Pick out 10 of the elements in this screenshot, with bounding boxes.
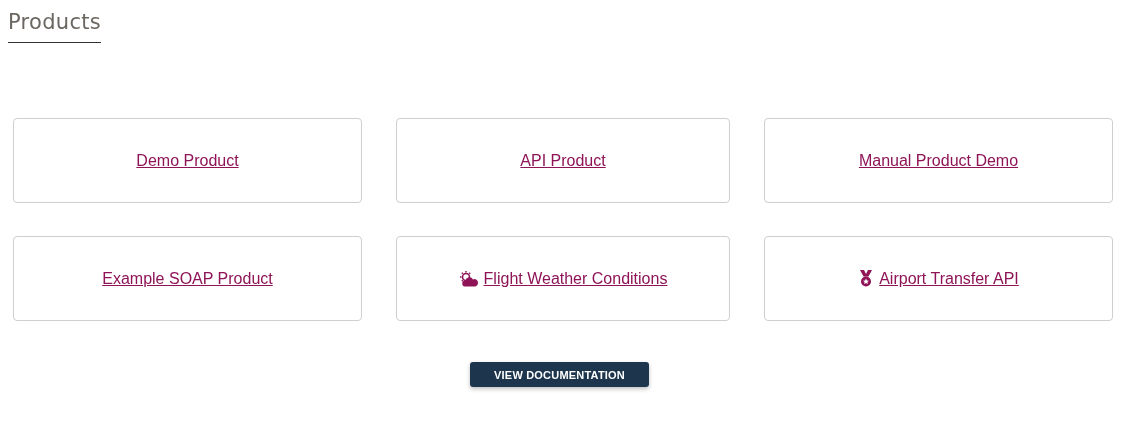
product-link[interactable]: Manual Product Demo [858,151,1019,170]
view-documentation-button[interactable]: VIEW DOCUMENTATION [470,362,649,387]
product-link[interactable]: Flight Weather Conditions [483,269,668,288]
medal-icon [858,270,875,287]
product-link[interactable]: Example SOAP Product [102,269,273,288]
product-link[interactable]: Demo Product [136,151,239,170]
page-title: Products [8,10,102,43]
product-link[interactable]: API Product [520,151,606,170]
product-link[interactable]: Airport Transfer API [879,269,1019,288]
sun-cloud-icon [458,270,479,287]
